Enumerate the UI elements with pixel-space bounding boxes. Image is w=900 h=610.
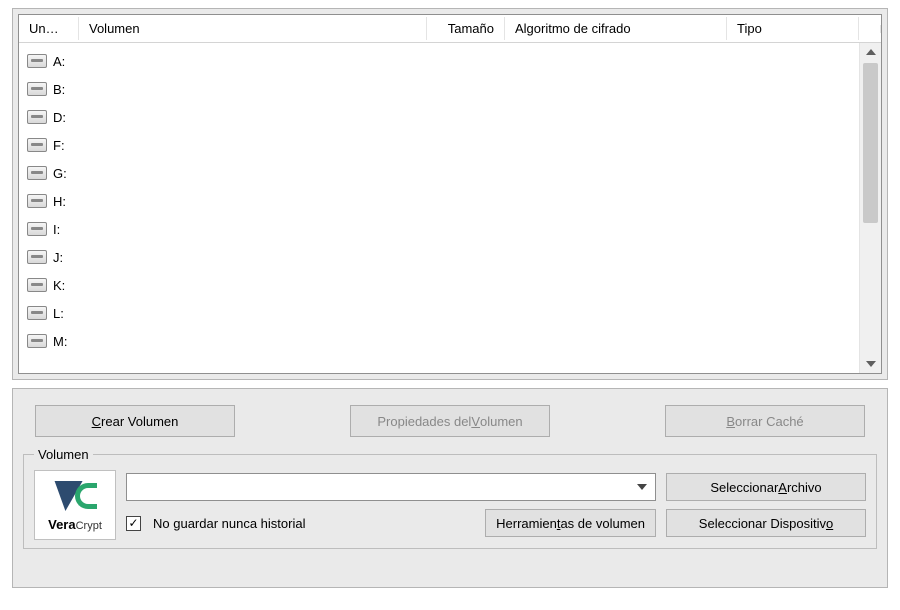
drive-icon — [27, 138, 47, 152]
drive-letter: J: — [53, 250, 63, 265]
drive-row[interactable]: I: — [19, 215, 859, 243]
sf-pre: Seleccionar — [710, 480, 778, 495]
drive-letter: B: — [53, 82, 65, 97]
col-type[interactable]: Tipo — [727, 17, 859, 40]
drive-row[interactable]: K: — [19, 271, 859, 299]
wipe-cache-button[interactable]: Borrar Caché — [665, 405, 865, 437]
chevron-down-icon — [637, 484, 647, 490]
volume-row: VeraCrypt Seleccionar Archivo No guardar… — [34, 470, 866, 540]
volume-properties-button[interactable]: Propiedades del Volumen — [350, 405, 550, 437]
drive-row[interactable]: A: — [19, 47, 859, 75]
create-volume-button[interactable]: Crear Volumen — [35, 405, 235, 437]
drive-list-body: A: B: D: F: G: H: I: J: K: L: M: — [19, 43, 881, 373]
scroll-down-icon[interactable] — [866, 361, 876, 367]
volume-tools-button[interactable]: Herramientas de volumen — [485, 509, 656, 537]
main-button-row: Crear Volumen Propiedades del Volumen Bo… — [35, 405, 865, 437]
drive-icon — [27, 306, 47, 320]
drive-icon — [27, 194, 47, 208]
drive-icon — [27, 250, 47, 264]
volume-group-label: Volumen — [34, 447, 93, 462]
sf-post: rchivo — [787, 480, 822, 495]
wipe-ul: B — [726, 414, 735, 429]
drive-row[interactable]: M: — [19, 327, 859, 355]
col-size[interactable]: Tamaño — [427, 17, 505, 40]
col-scroll-spacer — [859, 25, 881, 33]
col-volume[interactable]: Volumen — [79, 17, 427, 40]
vt-post: as de volumen — [560, 516, 645, 531]
drive-list-header: Un… Volumen Tamaño Algoritmo de cifrado … — [19, 15, 881, 43]
props-post: olumen — [480, 414, 523, 429]
drive-row[interactable]: L: — [19, 299, 859, 327]
drive-icon — [27, 334, 47, 348]
scrollbar[interactable] — [859, 43, 881, 373]
drive-letter: D: — [53, 110, 66, 125]
drive-row[interactable]: G: — [19, 159, 859, 187]
never-save-history-checkbox[interactable] — [126, 516, 141, 531]
props-pre: Propiedades del — [377, 414, 471, 429]
col-algorithm[interactable]: Algoritmo de cifrado — [505, 17, 727, 40]
sf-ul: A — [778, 480, 787, 495]
drive-icon — [27, 222, 47, 236]
scroll-thumb[interactable] — [863, 63, 878, 223]
select-file-button[interactable]: Seleccionar Archivo — [666, 473, 866, 501]
sd-pre: Seleccionar Dispositiv — [699, 516, 826, 531]
volume-line-1: Seleccionar Archivo — [126, 473, 866, 501]
volume-right-col: Seleccionar Archivo No guardar nunca his… — [126, 473, 866, 537]
drive-rows: A: B: D: F: G: H: I: J: K: L: M: — [19, 43, 859, 373]
volume-group: Volumen VeraCrypt Seleccionar Archivo — [23, 447, 877, 549]
drive-list-panel: Un… Volumen Tamaño Algoritmo de cifrado … — [12, 8, 888, 380]
never-save-history-label: No guardar nunca historial — [153, 516, 305, 531]
veracrypt-logo-icon — [53, 479, 97, 515]
drive-row[interactable]: H: — [19, 187, 859, 215]
drive-icon — [27, 54, 47, 68]
veracrypt-logo-text: VeraCrypt — [48, 517, 102, 532]
wipe-post: orrar Caché — [735, 414, 804, 429]
drive-letter: A: — [53, 54, 65, 69]
drive-row[interactable]: B: — [19, 75, 859, 103]
vt-pre: Herramien — [496, 516, 557, 531]
drive-letter: I: — [53, 222, 60, 237]
props-ul: V — [471, 414, 480, 429]
drive-list: Un… Volumen Tamaño Algoritmo de cifrado … — [18, 14, 882, 374]
col-drive[interactable]: Un… — [19, 17, 79, 40]
sd-ul: o — [826, 516, 833, 531]
drive-row[interactable]: D: — [19, 103, 859, 131]
create-post: rear Volumen — [101, 414, 178, 429]
drive-letter: H: — [53, 194, 66, 209]
drive-letter: G: — [53, 166, 67, 181]
volume-line-2: No guardar nunca historial Herramientas … — [126, 509, 866, 537]
drive-row[interactable]: J: — [19, 243, 859, 271]
lower-panel: Crear Volumen Propiedades del Volumen Bo… — [12, 388, 888, 588]
create-ul: C — [92, 414, 101, 429]
drive-letter: L: — [53, 306, 64, 321]
select-device-button[interactable]: Seleccionar Dispositivo — [666, 509, 866, 537]
drive-letter: K: — [53, 278, 65, 293]
volume-path-combo[interactable] — [126, 473, 656, 501]
scroll-up-icon[interactable] — [866, 49, 876, 55]
drive-letter: F: — [53, 138, 65, 153]
drive-row[interactable]: F: — [19, 131, 859, 159]
drive-letter: M: — [53, 334, 67, 349]
drive-icon — [27, 166, 47, 180]
drive-icon — [27, 82, 47, 96]
veracrypt-logo: VeraCrypt — [34, 470, 116, 540]
drive-icon — [27, 110, 47, 124]
drive-icon — [27, 278, 47, 292]
